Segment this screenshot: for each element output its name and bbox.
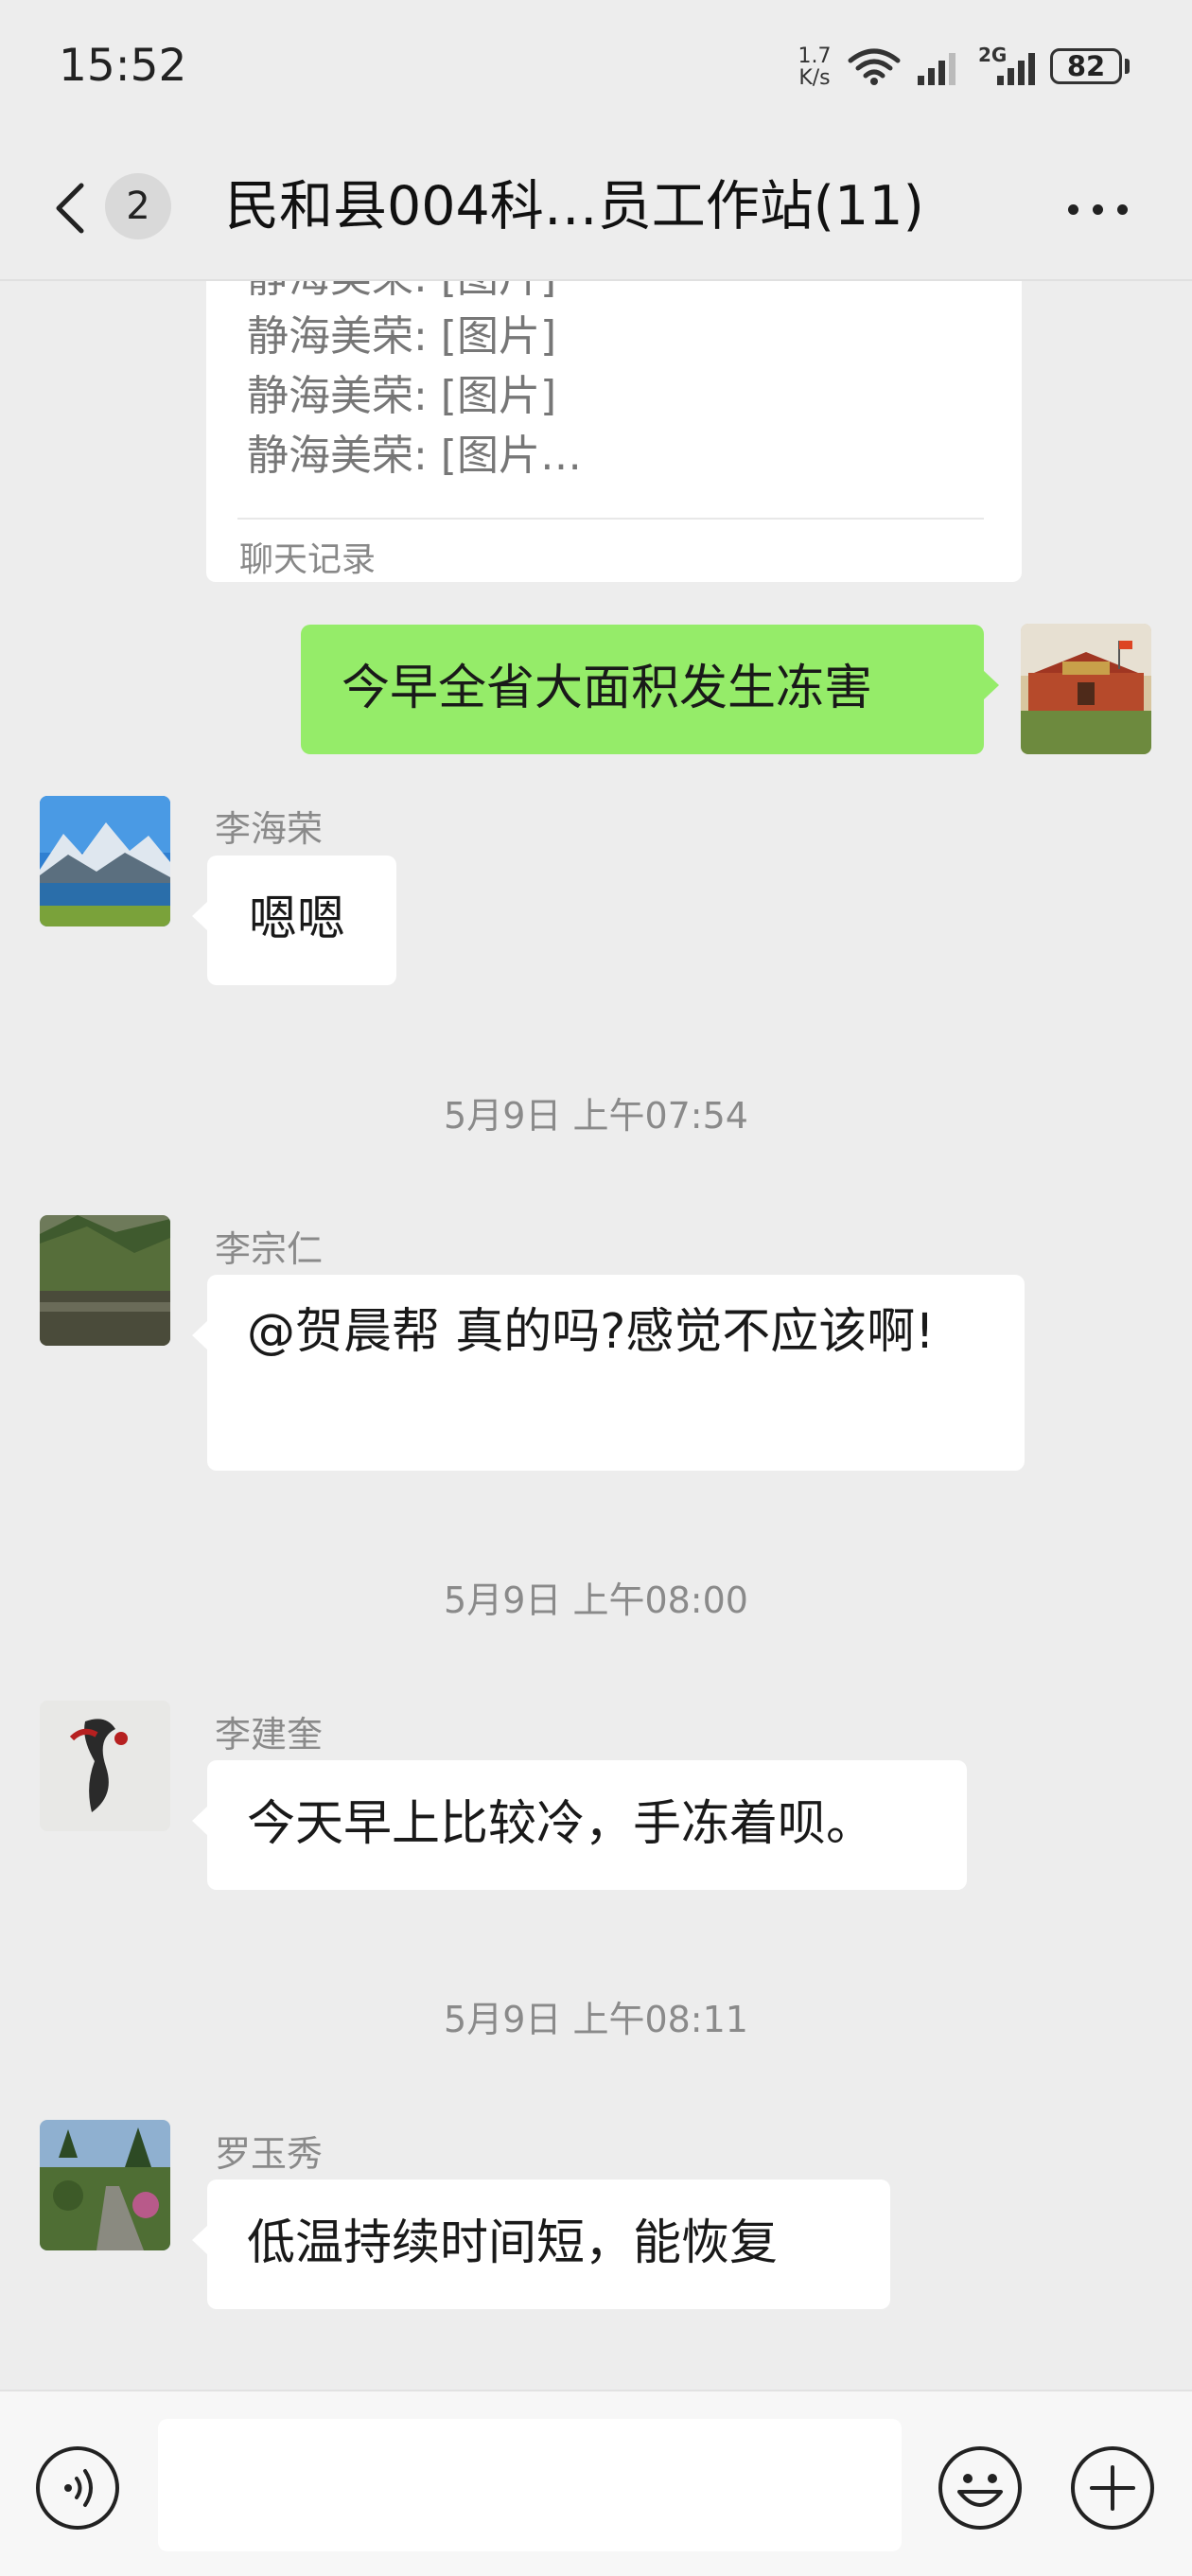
message-bubble[interactable]: 低温持续时间短，能恢复 [192, 2179, 890, 2309]
message-text: 低温持续时间短，能恢复 [247, 2215, 779, 2271]
chat-header: 2 民和县004科…员工作站(11) [0, 142, 1192, 281]
message-bubble[interactable]: 今早全省大面积发生冻害 [301, 625, 999, 754]
battery-tip [1125, 59, 1130, 74]
more-icon[interactable] [1064, 199, 1131, 221]
sender-name: 李宗仁 [215, 1228, 324, 1270]
message-timestamp: 5月9日 上午08:00 [444, 1579, 748, 1621]
voice-icon[interactable] [34, 2444, 121, 2532]
avatar[interactable] [40, 2120, 170, 2250]
network-speed-value: 1.7 [798, 44, 832, 68]
chat-record-line: 静海美荣: [图片] [247, 281, 556, 304]
message-text: 今早全省大面积发生冻害 [342, 661, 873, 716]
unread-badge[interactable]: 2 [105, 173, 171, 239]
avatar[interactable] [40, 796, 170, 926]
chat-record-line: 静海美荣: [图片] [247, 312, 557, 361]
divider [237, 518, 984, 520]
chat-record-label: 聊天记录 [239, 540, 377, 579]
message-text: 嗯嗯 [249, 891, 346, 947]
message-list[interactable]: 静海美荣: [图片] 静海美荣: [图片] 静海美荣: [图片] 静海美荣: [… [0, 281, 1192, 2390]
status-time: 15:52 [59, 40, 187, 92]
input-bar [0, 2390, 1192, 2576]
network-speed: 1.7 K/s [791, 45, 838, 89]
message-text: @贺晨帮 真的吗?感觉不应该啊! [247, 1304, 935, 1360]
battery-icon: 82 [1050, 48, 1122, 84]
avatar[interactable] [40, 1701, 170, 1831]
message-timestamp: 5月9日 上午08:11 [444, 1999, 748, 2040]
chat-record-card[interactable]: 静海美荣: [图片] 静海美荣: [图片] 静海美荣: [图片] 静海美荣: [… [206, 281, 1022, 582]
message-input[interactable] [158, 2419, 902, 2551]
chat-record-line: 静海美荣: [图片] [247, 372, 557, 420]
sender-name: 罗玉秀 [215, 2133, 324, 2175]
signal-icon [997, 53, 1035, 85]
message-bubble[interactable]: @贺晨帮 真的吗?感觉不应该啊! [192, 1275, 1025, 1471]
chat-title: 民和县004科…员工作站(11) [225, 175, 924, 238]
sender-name: 李建奎 [215, 1714, 324, 1756]
message-bubble[interactable]: 嗯嗯 [192, 856, 396, 985]
message-timestamp: 5月9日 上午07:54 [444, 1095, 748, 1137]
wifi-icon [848, 48, 901, 85]
chat-record-line: 静海美荣: [图片… [247, 432, 582, 480]
message-bubble[interactable]: 今天早上比较冷，手冻着呗。 [192, 1760, 967, 1890]
message-text: 今天早上比较冷，手冻着呗。 [247, 1796, 875, 1852]
emoji-icon[interactable] [937, 2444, 1024, 2532]
status-bar: 15:52 1.7 K/s 2G 82 [0, 0, 1192, 142]
sender-name: 李海荣 [215, 808, 324, 850]
avatar[interactable] [40, 1215, 170, 1346]
signal-icon [918, 53, 955, 85]
back-icon[interactable] [47, 180, 95, 237]
network-speed-unit: K/s [798, 66, 831, 90]
plus-icon[interactable] [1069, 2444, 1156, 2532]
my-avatar[interactable] [1021, 624, 1151, 754]
